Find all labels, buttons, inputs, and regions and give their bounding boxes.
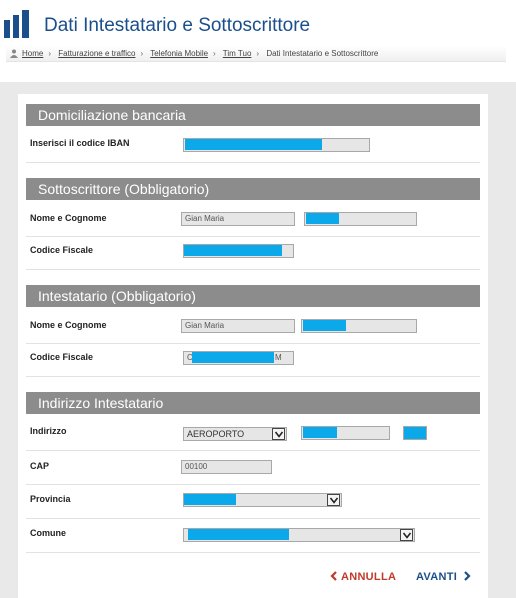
redacted-block (192, 352, 274, 363)
chevron-down-icon[interactable] (272, 428, 285, 440)
redacted-block (404, 427, 426, 439)
next-label: AVANTI (416, 571, 458, 583)
next-button[interactable]: AVANTI (416, 571, 472, 583)
intestatario-cf-label: Codice Fiscale (30, 352, 94, 362)
chevron-down-icon[interactable] (327, 494, 340, 506)
comune-label: Comune (30, 528, 66, 538)
section-indirizzo-header: Indirizzo Intestatario (26, 392, 480, 414)
cap-label: CAP (30, 461, 50, 471)
sottoscrittore-name-label: Nome e Cognome (30, 213, 107, 223)
logo-icon (4, 10, 32, 38)
divider (26, 236, 480, 237)
intestatario-first-name-input[interactable]: Gian Maria (181, 319, 295, 333)
section-intestatario-header: Intestatario (Obbligatorio) (26, 285, 480, 307)
divider (26, 552, 480, 553)
street-type-select[interactable]: AEROPORTO (183, 427, 287, 441)
redacted-block (303, 320, 346, 331)
redacted-block (184, 245, 282, 256)
address-label: Indirizzo (30, 426, 67, 436)
iban-label: Inserisci il codice IBAN (30, 138, 130, 148)
section-sottoscrittore-header: Sottoscrittore (Obbligatorio) (26, 178, 480, 200)
section-domiciliazione-header: Domiciliazione bancaria (26, 104, 480, 126)
provincia-label: Provincia (30, 494, 71, 504)
breadcrumb-fatturazione-link[interactable]: Fatturazione e traffico (58, 49, 135, 58)
redacted-block (184, 494, 236, 505)
redacted-block (306, 213, 339, 224)
intestatario-name-label: Nome e Cognome (30, 320, 107, 330)
divider (26, 343, 480, 344)
chevron-down-icon[interactable] (400, 529, 413, 541)
breadcrumb: Home › Fatturazione e traffico › Telefonia… (6, 46, 506, 62)
cf-suffix: M (275, 353, 282, 362)
divider (26, 162, 480, 163)
page-title: Dati Intestatario e Sottoscrittore (44, 15, 311, 36)
cancel-button[interactable]: ANNULLA (330, 571, 396, 583)
user-icon (10, 49, 18, 58)
breadcrumb-current: Dati Intestatario e Sottoscrittore (266, 49, 379, 58)
divider (26, 450, 480, 451)
sottoscrittore-cf-label: Codice Fiscale (30, 245, 94, 255)
divider (26, 518, 480, 519)
chevron-right-icon (464, 571, 472, 581)
divider (26, 376, 480, 377)
breadcrumb-telefonia-link[interactable]: Telefonia Mobile (150, 49, 208, 58)
page-header: Dati Intestatario e Sottoscrittore Home ›… (0, 0, 516, 68)
street-type-value: AEROPORTO (187, 429, 245, 439)
cap-input[interactable]: 00100 (181, 460, 272, 474)
redacted-block (185, 139, 322, 150)
divider (26, 269, 480, 270)
divider (26, 484, 480, 485)
redacted-block (303, 427, 337, 438)
breadcrumb-timtuo-link[interactable]: Tim Tuo (223, 49, 252, 58)
breadcrumb-home-link[interactable]: Home (22, 49, 43, 58)
cancel-label: ANNULLA (340, 571, 397, 583)
chevron-left-icon (330, 571, 337, 581)
sottoscrittore-first-name-input[interactable]: Gian Maria (181, 212, 295, 226)
redacted-block (188, 529, 289, 540)
form-panel (18, 94, 488, 598)
